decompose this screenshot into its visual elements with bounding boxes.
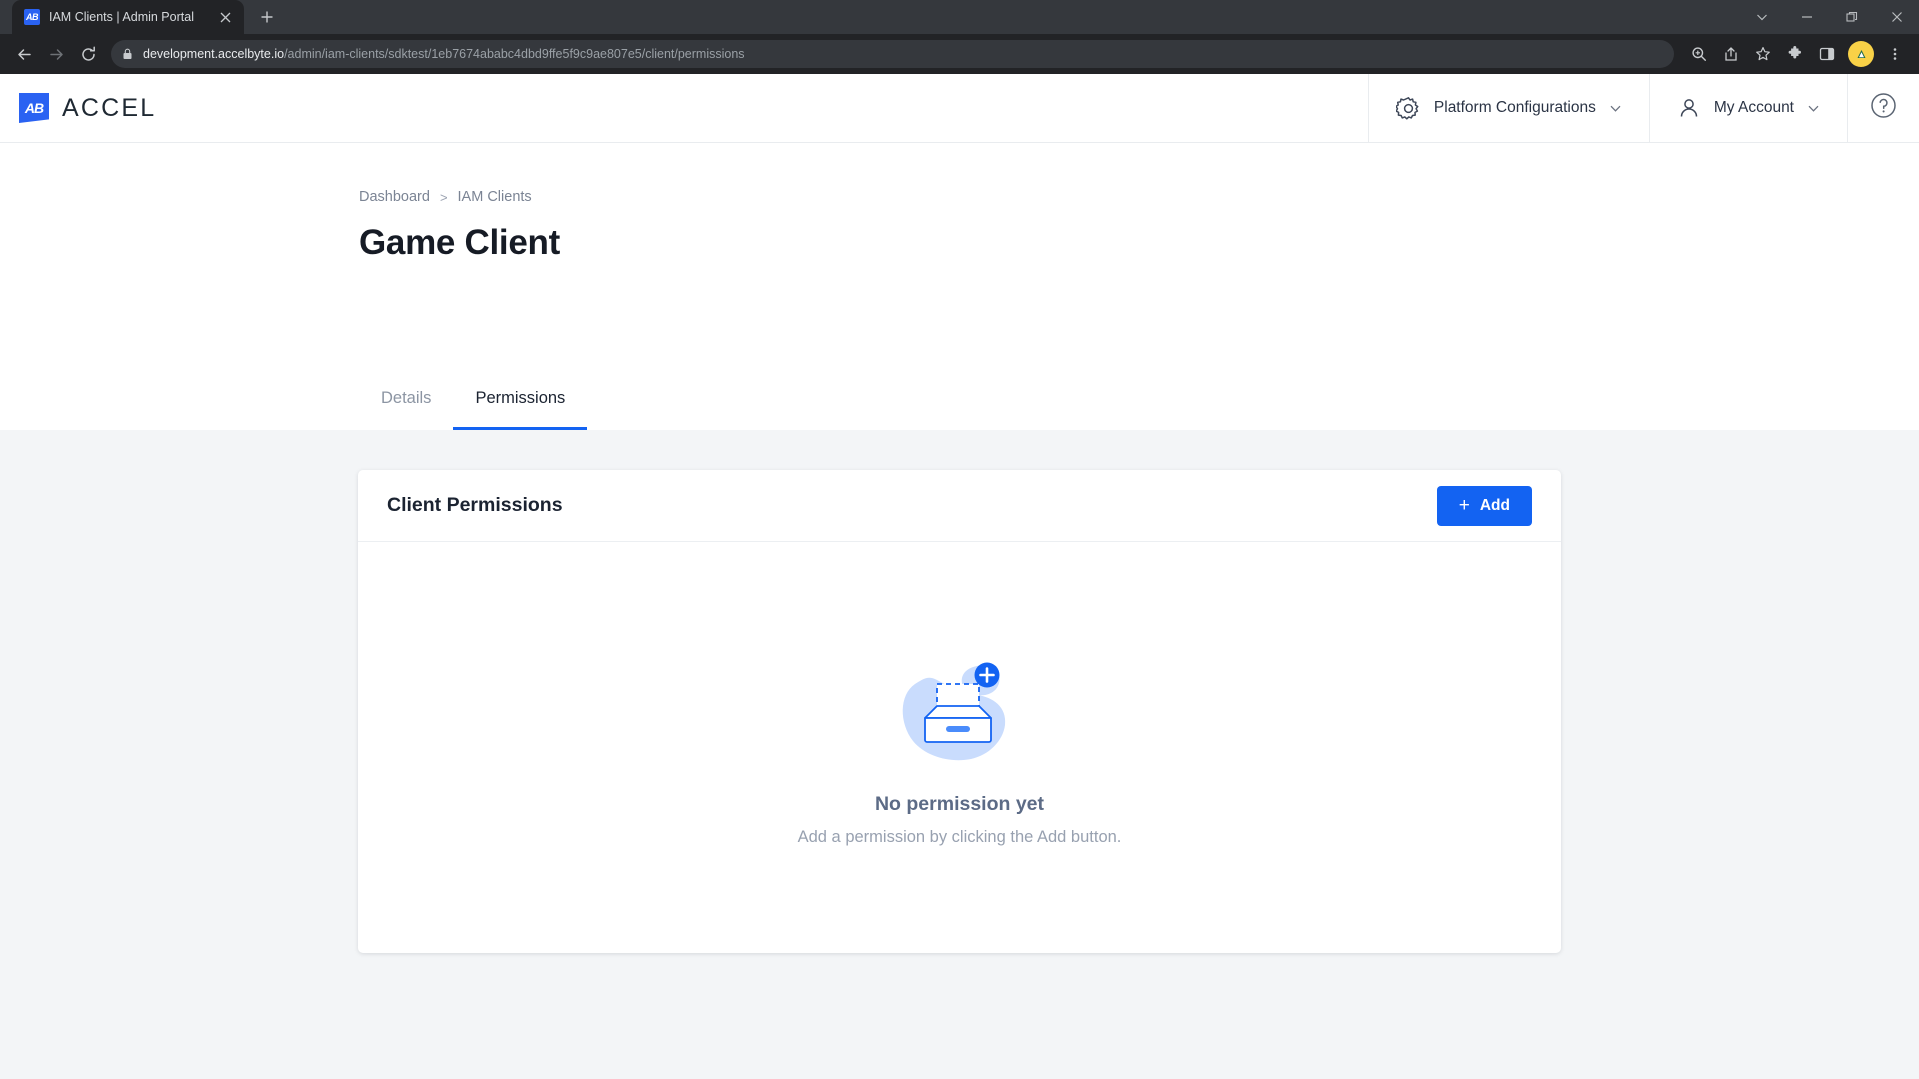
arrow-right-icon[interactable] [41,39,71,69]
tab-details[interactable]: Details [359,389,453,430]
minimize-button[interactable] [1784,0,1829,34]
client-permissions-card: Client Permissions + Add No permission y… [358,470,1561,953]
breadcrumb-separator: > [439,189,448,205]
close-icon[interactable] [216,8,234,26]
page-header: Dashboard > IAM Clients Game Client Deta… [0,143,1919,430]
side-panel-icon[interactable] [1812,39,1842,69]
logo-text-accel: ACCEL [62,93,157,122]
empty-state-title: No permission yet [874,792,1045,815]
card-title: Client Permissions [387,494,563,516]
accelbyte-logo-text: ACCEL BYTE [62,94,230,123]
breadcrumb: Dashboard > IAM Clients [359,143,1919,205]
accelbyte-favicon: AB [24,9,40,25]
logo-text-byte: BYTE [156,93,231,122]
help-button[interactable] [1847,74,1919,142]
chrome-menu-icon[interactable] [1880,39,1910,69]
new-tab-button[interactable] [253,3,281,31]
add-button-label: Add [1479,496,1510,514]
accelbyte-logo[interactable]: AB ACCEL BYTE [0,74,1368,142]
my-account-menu[interactable]: My Account [1648,74,1847,142]
page-title: Game Client [359,223,560,262]
browser-toolbar: development.accelbyte.io/admin/iam-clien… [0,34,1919,74]
page-tabs: Details Permissions [359,389,588,430]
my-account-label: My Account [1713,99,1794,116]
url-text: development.accelbyte.io/admin/iam-clien… [143,47,745,61]
url-path: /admin/iam-clients/sdktest/1eb7674ababc4… [284,47,745,61]
help-circle-icon [1870,92,1897,124]
accelbyte-logo-mark: AB [19,93,49,123]
chevron-down-icon [1807,102,1820,115]
platform-configurations-label: Platform Configurations [1433,99,1596,116]
maximize-button[interactable] [1829,0,1874,34]
platform-configurations-menu[interactable]: Platform Configurations [1367,74,1649,142]
add-permission-button[interactable]: + Add [1436,485,1532,526]
card-body: No permission yet Add a permission by cl… [358,542,1561,953]
empty-state-subtitle: Add a permission by clicking the Add but… [797,827,1122,846]
tab-permissions[interactable]: Permissions [453,389,588,430]
chevron-down-icon [1609,102,1622,115]
profile-avatar[interactable] [1848,41,1874,67]
tab-search-button[interactable] [1739,0,1784,34]
gear-icon [1395,96,1421,121]
address-bar[interactable]: development.accelbyte.io/admin/iam-clien… [111,40,1674,68]
breadcrumb-item-dashboard[interactable]: Dashboard [359,189,430,205]
bookmark-star-icon[interactable] [1748,39,1778,69]
url-host: development.accelbyte.io [143,47,285,61]
browser-tab-title: IAM Clients | Admin Portal [49,10,194,24]
zoom-search-icon[interactable] [1684,39,1714,69]
reload-icon[interactable] [73,39,103,69]
card-header: Client Permissions + Add [358,470,1561,542]
plus-icon: + [1458,495,1470,516]
extensions-icon[interactable] [1780,39,1810,69]
app-header: AB ACCEL BYTE Platform Configurations My … [0,74,1919,143]
arrow-left-icon[interactable] [9,39,39,69]
content-area: Client Permissions + Add No permission y… [0,430,1919,1079]
breadcrumb-item-iam-clients[interactable]: IAM Clients [458,189,532,205]
window-controls [1739,0,1919,34]
browser-tabstrip: AB IAM Clients | Admin Portal [0,0,1919,34]
share-icon[interactable] [1716,39,1746,69]
user-icon [1677,96,1701,120]
browser-chrome: AB IAM Clients | Admin Portal developmen… [0,0,1919,74]
close-window-button[interactable] [1874,0,1919,34]
empty-tray-add-document-illustration [885,649,1035,771]
browser-tab[interactable]: AB IAM Clients | Admin Portal [12,0,244,34]
lock-icon [122,48,134,60]
